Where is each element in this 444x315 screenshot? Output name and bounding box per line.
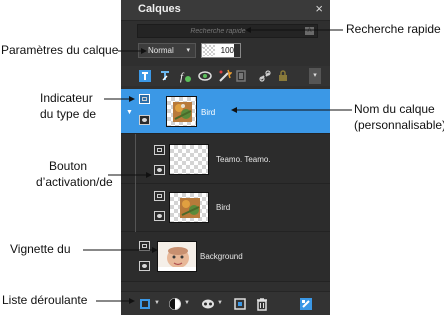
quick-search-field[interactable]: A <box>137 24 318 38</box>
layer-thumbnail <box>169 192 209 223</box>
layer-toolbar: f ▾ <box>121 66 330 86</box>
panel-title: Calques <box>138 3 181 15</box>
chevron-down-icon: ▾ <box>186 47 190 54</box>
layer-type-indicator-icon[interactable] <box>139 241 150 251</box>
callout-layer-name-line1: Nom du calque <box>354 102 435 116</box>
visibility-eye-icon[interactable] <box>139 261 150 271</box>
callout-search: Recherche rapide <box>346 22 441 36</box>
callout-thumbnail: Vignette du <box>10 242 71 256</box>
svg-text:f: f <box>180 71 185 83</box>
baby-image <box>158 242 196 271</box>
properties-icon[interactable] <box>299 297 313 311</box>
layer-name[interactable]: Background <box>200 252 243 261</box>
layer-type-indicator-icon[interactable] <box>154 191 165 201</box>
visibility-eye-icon[interactable] <box>154 211 165 221</box>
search-clear-icon[interactable]: A <box>305 27 314 35</box>
bottom-toolbar: ▼ ▼ ▼ <box>121 291 330 315</box>
close-icon[interactable]: × <box>315 1 323 16</box>
mask-dropdown-icon[interactable] <box>201 297 215 311</box>
new-vector-layer-icon[interactable] <box>158 69 172 83</box>
visibility-eye-icon[interactable] <box>154 165 165 175</box>
panel-titlebar: Calques × <box>121 0 330 21</box>
callout-dropdown: Liste déroulante <box>2 293 88 307</box>
new-raster-layer-icon[interactable] <box>138 69 152 83</box>
layer-type-indicator-icon[interactable] <box>139 94 150 104</box>
callout-layer-settings: Paramètres du calque <box>1 43 119 57</box>
group-line <box>135 184 136 232</box>
layer-row-teamo[interactable]: Teamo. Teamo. <box>121 134 330 184</box>
merge-icon[interactable] <box>233 297 247 311</box>
bird-image <box>180 198 200 218</box>
bird-image <box>173 102 192 122</box>
chevron-down-icon[interactable]: ▼ <box>184 300 190 306</box>
callout-type-indicator-line1: Indicateur <box>40 91 93 105</box>
callout-layer-name-line2: (personnalisable) <box>354 118 444 132</box>
lock-icon[interactable] <box>276 69 290 83</box>
layer-row-bird[interactable]: Bird <box>121 184 330 232</box>
callout-toggle-line2: d’activation/de <box>36 175 113 189</box>
callout-toggle-line1: Bouton <box>49 159 88 173</box>
toolbar-menu-dropdown[interactable]: ▾ <box>309 68 321 84</box>
chevron-down-icon[interactable]: ▼ <box>154 300 160 306</box>
group-expand-icon[interactable]: ▼ <box>126 109 133 116</box>
group-icon[interactable] <box>234 69 248 83</box>
layer-row-background[interactable]: Background <box>121 232 330 282</box>
layer-name[interactable]: Bird <box>201 108 215 117</box>
layer-thumbnail <box>169 144 209 175</box>
layer-type-indicator-icon[interactable] <box>154 145 165 155</box>
callout-type-indicator-line2: du type de <box>40 107 97 121</box>
opacity-swatch <box>203 45 215 56</box>
delete-icon[interactable] <box>255 297 269 311</box>
blend-mode-value: Normal <box>148 46 174 55</box>
opacity-field[interactable]: 100 <box>201 43 241 58</box>
layer-name[interactable]: Teamo. Teamo. <box>216 155 271 164</box>
search-input[interactable] <box>138 25 298 37</box>
opacity-value: 100 <box>220 46 234 55</box>
chevron-down-icon[interactable]: ▼ <box>217 300 223 306</box>
layer-row-bird-selected[interactable]: Bird <box>121 89 330 134</box>
layer-name[interactable]: Bird <box>216 203 230 212</box>
visibility-eye-icon[interactable] <box>139 115 150 125</box>
layer-thumbnail <box>166 96 197 127</box>
mask-icon[interactable] <box>198 69 212 83</box>
layer-thumbnail <box>157 241 197 272</box>
effects-icon[interactable] <box>218 69 232 83</box>
blend-mode-select[interactable]: Normal ▾ <box>138 43 196 58</box>
blend-circle-icon[interactable] <box>168 297 182 311</box>
new-layer-dropdown-icon[interactable] <box>138 297 152 311</box>
layers-panel: Calques × A Normal ▾ 100 f <box>121 0 330 315</box>
new-adjustment-layer-icon[interactable]: f <box>178 69 192 83</box>
link-icon[interactable] <box>258 69 272 83</box>
group-line <box>135 134 136 184</box>
screenshot-stage: Recherche rapide Paramètres du calque In… <box>0 0 444 315</box>
